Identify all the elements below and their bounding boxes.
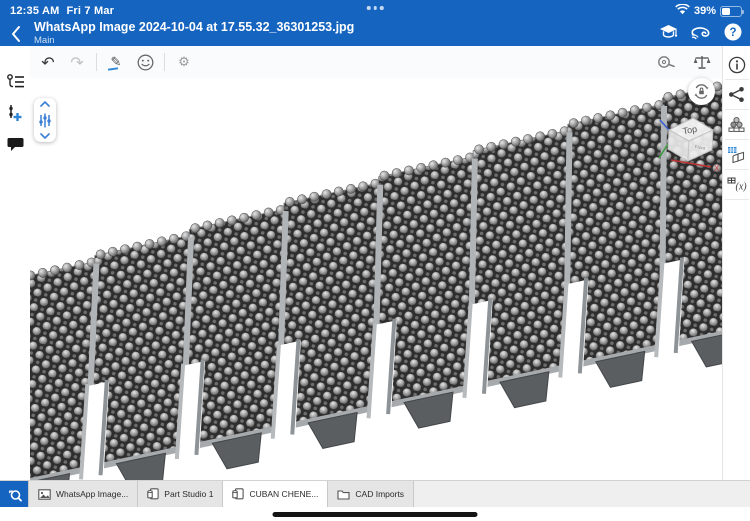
measure-tool-icon[interactable]: [656, 52, 676, 72]
redo-button[interactable]: ↷: [67, 52, 87, 72]
view-cube[interactable]: X Top Front: [655, 108, 721, 172]
left-panel-rail: [0, 46, 30, 480]
insert-feature-icon[interactable]: [5, 103, 25, 123]
tab-cad-imports[interactable]: CAD Imports: [328, 481, 414, 507]
help-icon[interactable]: ?: [724, 23, 742, 46]
tab-label: CUBAN CHENE...: [249, 489, 318, 499]
image-icon: [38, 489, 51, 500]
toolbar-divider: [96, 53, 97, 71]
configurations-icon[interactable]: [725, 140, 749, 170]
status-bar: 12:35 AM Fri 7 Mar 39%: [0, 0, 750, 22]
slider-handle-icon[interactable]: [38, 113, 52, 128]
model-viewport[interactable]: [30, 78, 722, 480]
title-bar: WhatsApp Image 2024-10-04 at 17.55.32_36…: [0, 22, 750, 46]
battery-percent: 39%: [694, 5, 716, 17]
follow-mode-icon[interactable]: [690, 24, 712, 45]
home-indicator-area: [0, 507, 750, 521]
battery-icon: [720, 6, 742, 17]
status-clock: 12:35 AM Fri 7 Mar: [10, 5, 114, 17]
axis-x-label: X: [714, 164, 720, 172]
mass-properties-icon[interactable]: [692, 52, 712, 72]
part-studio-icon: [147, 488, 159, 500]
svg-text:?: ?: [729, 27, 736, 39]
tab-cuban-chain[interactable]: CUBAN CHENE...: [223, 481, 328, 507]
folder-icon: [337, 489, 350, 500]
app-header: 12:35 AM Fri 7 Mar 39% WhatsApp Image 202…: [0, 0, 750, 46]
svg-text:(x): (x): [735, 182, 747, 193]
manage-tabs-button[interactable]: [0, 481, 28, 507]
sketch-button[interactable]: ✎: [106, 52, 126, 72]
tab-whatsapp-image[interactable]: WhatsApp Image...: [28, 481, 138, 507]
wifi-icon: [675, 4, 690, 18]
3d-model-cuban-chain[interactable]: [30, 78, 722, 480]
materials-appearance-icon[interactable]: [725, 110, 749, 140]
learning-center-icon[interactable]: [659, 24, 678, 45]
comment-icon[interactable]: [5, 134, 25, 154]
feature-slider-widget[interactable]: [34, 98, 56, 142]
undo-button[interactable]: ↶: [38, 52, 58, 72]
variables-icon[interactable]: (x): [725, 170, 749, 200]
document-title: WhatsApp Image 2024-10-04 at 17.55.32_36…: [34, 20, 630, 34]
workspace-name: Main: [34, 35, 630, 46]
chevron-up-icon[interactable]: [40, 101, 50, 107]
right-panel-rail: (x): [722, 46, 750, 480]
onshape-ipad-app: 12:35 AM Fri 7 Mar 39% WhatsApp Image 202…: [0, 0, 750, 521]
status-date: Fri 7 Mar: [67, 5, 115, 17]
tab-label: Part Studio 1: [164, 489, 213, 499]
home-indicator[interactable]: [273, 512, 478, 517]
part-studio-icon: [232, 488, 244, 500]
insert-part-button[interactable]: ⚙: [174, 52, 194, 72]
view-rotation-lock-button[interactable]: [688, 78, 715, 105]
document-toolbar: ↶ ↷ ✎ ⚙: [30, 46, 722, 78]
smiley-feedback-button[interactable]: [135, 52, 155, 72]
info-panel-icon[interactable]: [725, 50, 749, 80]
tab-label: CAD Imports: [355, 489, 404, 499]
toolbar-divider: [164, 53, 165, 71]
back-button[interactable]: [6, 23, 28, 45]
tab-bar: WhatsApp Image... Part Studio 1 CUBAN CH…: [0, 480, 750, 507]
tab-label: WhatsApp Image...: [56, 489, 128, 499]
feature-list-icon[interactable]: [5, 72, 25, 92]
share-icon[interactable]: [725, 80, 749, 110]
status-time: 12:35 AM: [10, 5, 60, 17]
chevron-down-icon[interactable]: [40, 133, 50, 139]
multitask-dots-icon[interactable]: [367, 6, 384, 10]
tab-part-studio-1[interactable]: Part Studio 1: [138, 481, 223, 507]
